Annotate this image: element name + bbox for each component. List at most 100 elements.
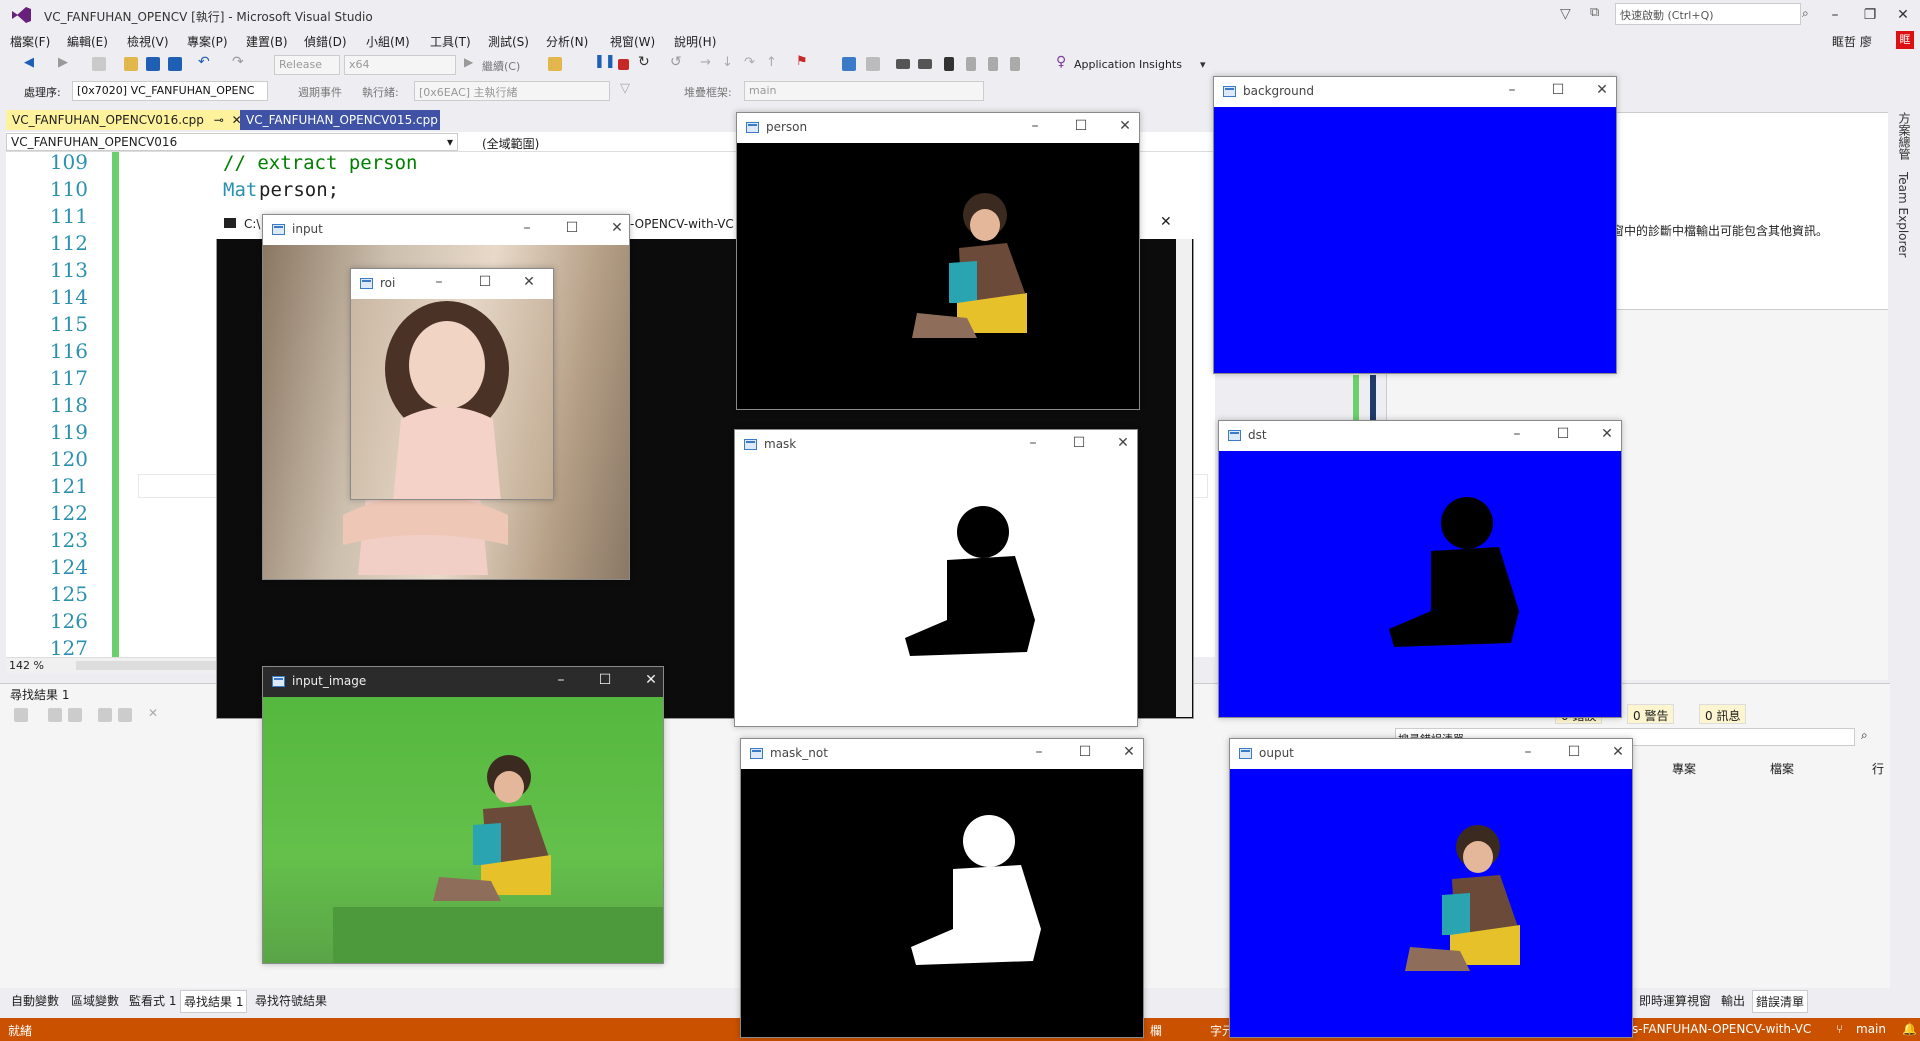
tab-inactive-file[interactable]: VC_FANFUHAN_OPENCV015.cpp [240, 110, 440, 130]
play-icon[interactable]: ▶ [464, 55, 478, 69]
maximize-button[interactable]: ❐ [1855, 4, 1885, 26]
notification-icon[interactable]: 🔔 [1902, 1022, 1917, 1036]
next-bookmark-icon[interactable] [988, 57, 998, 71]
process-dropdown[interactable]: [0x7020] VC_FANFUHAN_OPENC [72, 81, 268, 101]
cv-window-mask-not[interactable]: mask_not – ☐ ✕ [740, 738, 1144, 1038]
project-dropdown[interactable]: VC_FANFUHAN_OPENCV016 ▾ [6, 133, 458, 151]
maximize-button[interactable]: ☐ [1073, 744, 1097, 760]
maximize-button[interactable]: ☐ [1067, 435, 1091, 451]
back-icon[interactable]: ◀ [24, 55, 38, 70]
open-file-icon[interactable] [124, 57, 138, 71]
status-branch[interactable]: main [1856, 1022, 1886, 1036]
pause-icon[interactable]: ❚❚ [594, 54, 616, 69]
cv-window-mask[interactable]: mask – ☐ ✕ [734, 429, 1138, 727]
format-icon[interactable] [896, 59, 910, 69]
find-toolbar-icon[interactable] [98, 708, 112, 722]
menu-project[interactable]: 專案(P) [187, 33, 228, 50]
user-name[interactable]: 眶哲 廖 [1832, 33, 1872, 50]
stack-frame-dropdown[interactable]: main [744, 81, 984, 101]
close-button[interactable]: ✕ [605, 220, 629, 236]
maximize-button[interactable]: ☐ [593, 672, 617, 688]
menu-test[interactable]: 測試(S) [488, 33, 529, 50]
cv-window-input-image[interactable]: input_image – ☐ ✕ [262, 666, 664, 964]
menu-file[interactable]: 檔案(F) [10, 33, 50, 50]
close-button[interactable]: ✕ [1117, 744, 1141, 760]
close-button[interactable]: ✕ [517, 274, 541, 290]
maximize-button[interactable]: ☐ [1546, 82, 1570, 98]
tab-find-results-1[interactable]: 尋找結果 1 [180, 990, 248, 1013]
minimize-button[interactable]: – [1023, 118, 1047, 134]
toolbar-options-chevron[interactable]: ▾ [1200, 58, 1206, 71]
maximize-button[interactable]: ☐ [560, 220, 584, 236]
continue-button[interactable]: 繼續(C) [482, 58, 520, 74]
cv-window-person[interactable]: person – ☐ ✕ [736, 112, 1140, 410]
config-dropdown[interactable]: Release [274, 55, 340, 75]
user-avatar[interactable]: 眶 [1896, 31, 1914, 49]
menu-analyze[interactable]: 分析(N) [546, 33, 588, 50]
restart-icon[interactable]: ↻ [638, 54, 652, 70]
maximize-button[interactable]: ☐ [1069, 118, 1093, 134]
step-out-icon[interactable]: ↑ [766, 55, 780, 70]
find-toolbar-icon[interactable] [14, 708, 28, 722]
save-all-icon[interactable] [168, 57, 182, 71]
application-insights-button[interactable]: Application Insights [1074, 58, 1182, 71]
bookmark-icon[interactable] [944, 57, 954, 71]
show-next-statement-icon[interactable]: → [700, 55, 714, 70]
column-header-line[interactable]: 行 [1872, 760, 1884, 777]
close-button[interactable]: ✕ [1111, 435, 1135, 451]
step-into-icon[interactable]: ↓ [722, 55, 736, 70]
minimize-button[interactable]: – [1021, 435, 1045, 451]
tab-autos[interactable]: 自動變數 [8, 990, 62, 1011]
search-icon[interactable]: ⌕ [1802, 6, 1809, 21]
minimize-button[interactable]: – [1820, 4, 1850, 26]
lifecycle-events-button[interactable]: 週期事件 [298, 84, 342, 100]
cv-window-background[interactable]: background – ☐ ✕ [1213, 76, 1617, 374]
menu-view[interactable]: 檢視(V) [127, 33, 169, 50]
tab-output[interactable]: 輸出 [1718, 990, 1748, 1011]
menu-debug[interactable]: 偵錯(D) [304, 33, 347, 50]
console-close-button[interactable]: ✕ [1160, 214, 1172, 230]
thread-dropdown[interactable]: [0x6EAC] 主執行緒 [414, 81, 610, 101]
minimize-button[interactable]: – [1500, 82, 1524, 98]
cv-window-ouput[interactable]: ouput – ☐ ✕ [1229, 738, 1633, 1038]
quick-launch-input[interactable]: 快速啟動 (Ctrl+Q) [1615, 3, 1801, 25]
stop-icon[interactable] [618, 59, 629, 70]
console-scrollbar[interactable] [1176, 239, 1192, 717]
threads-icon[interactable] [842, 57, 856, 71]
maximize-button[interactable]: ☐ [1562, 744, 1586, 760]
remote-icon[interactable]: ⧉ [1590, 5, 1599, 20]
status-repo[interactable]: s-FANFUHAN-OPENCV-with-VC [1632, 1022, 1811, 1036]
minimize-button[interactable]: – [1516, 744, 1540, 760]
side-tab-team-explorer[interactable]: Team Explorer [1896, 172, 1910, 258]
maximize-button[interactable]: ☐ [473, 274, 497, 290]
close-button[interactable]: ✕ [1113, 118, 1137, 134]
tab-watch-1[interactable]: 監看式 1 [126, 990, 179, 1011]
forward-icon[interactable]: ▶ [58, 55, 72, 70]
cv-window-dst[interactable]: dst – ☐ ✕ [1218, 420, 1622, 718]
save-icon[interactable] [146, 57, 160, 71]
minimize-button[interactable]: – [1505, 426, 1529, 442]
find-toolbar-icon[interactable] [48, 708, 62, 722]
minimize-button[interactable]: – [549, 672, 573, 688]
exception-icon[interactable]: ⚑ [796, 54, 810, 69]
close-button[interactable]: ✕ [639, 672, 663, 688]
breakpoint-icon[interactable] [866, 57, 880, 71]
menu-help[interactable]: 說明(H) [674, 33, 716, 50]
side-tab-solution-explorer[interactable]: 方案總管 [1896, 112, 1913, 160]
platform-dropdown[interactable]: x64 [344, 55, 456, 75]
clear-icon[interactable]: ✕ [148, 706, 162, 720]
close-button[interactable]: ✕ [1590, 82, 1614, 98]
pin-icon[interactable]: ⊸ [214, 113, 224, 127]
zoom-level-dropdown[interactable]: 142 % [9, 659, 44, 672]
column-header-file[interactable]: 檔案 [1770, 760, 1794, 777]
undo-icon[interactable]: ↶ [198, 54, 212, 70]
find-toolbar-icon[interactable] [118, 708, 132, 722]
prev-bookmark-icon[interactable] [966, 57, 976, 71]
process-icon[interactable] [548, 57, 562, 71]
application-insights-icon[interactable]: ♀ [1056, 54, 1070, 70]
maximize-button[interactable]: ☐ [1551, 426, 1575, 442]
filter-threads-icon[interactable]: ▽ [620, 81, 634, 96]
tab-error-list[interactable]: 錯誤清單 [1752, 990, 1809, 1013]
menu-edit[interactable]: 編輯(E) [67, 33, 108, 50]
filter-icon[interactable]: ▽ [1560, 6, 1571, 22]
